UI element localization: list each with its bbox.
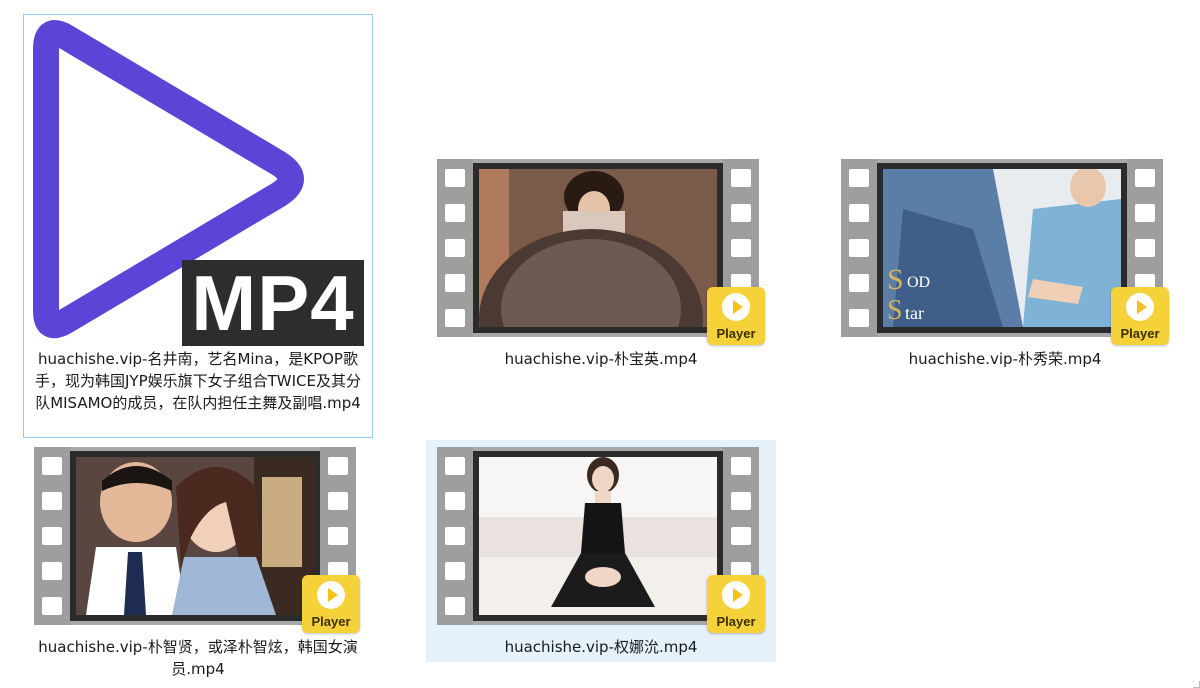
- player-badge: Player: [302, 575, 360, 633]
- play-icon: [722, 581, 750, 609]
- play-icon: [722, 293, 750, 321]
- svg-text:S: S: [887, 295, 903, 326]
- mp4-file-icon: MP4: [32, 15, 368, 347]
- file-item[interactable]: Player huachishe.vip-权娜沇.mp4: [426, 440, 776, 662]
- video-frame-image: S OD S tar: [883, 169, 1121, 327]
- video-frame-image: [479, 169, 717, 327]
- file-name: huachishe.vip-朴智贤，或泽朴智炫，韩国女演员.mp4: [38, 638, 358, 678]
- play-icon: [1126, 293, 1154, 321]
- player-badge: Player: [707, 575, 765, 633]
- file-item[interactable]: Player huachishe.vip-朴宝英.mp4: [426, 150, 776, 380]
- mp4-label: MP4: [182, 260, 364, 346]
- svg-text:tar: tar: [905, 303, 924, 323]
- svg-text:OD: OD: [907, 274, 930, 291]
- file-name: huachishe.vip-朴秀荣.mp4: [908, 350, 1102, 368]
- file-item[interactable]: MP4 huachishe.vip-名井南，艺名Mina，是KPOP歌手，现为韩…: [23, 14, 373, 438]
- file-item[interactable]: S OD S tar Player huachishe.vip-朴秀荣.mp4: [830, 150, 1180, 380]
- file-explorer-icon-view: MP4 huachishe.vip-名井南，艺名Mina，是KPOP歌手，现为韩…: [0, 0, 1200, 688]
- player-badge: Player: [1111, 287, 1169, 345]
- file-item[interactable]: Player huachishe.vip-朴智贤，或泽朴智炫，韩国女演员.mp4: [23, 440, 373, 682]
- resize-grip[interactable]: [1193, 681, 1200, 688]
- video-frame-image: [479, 457, 717, 615]
- file-name: huachishe.vip-名井南，艺名Mina，是KPOP歌手，现为韩国JYP…: [34, 350, 361, 412]
- video-frame-image: [76, 457, 314, 615]
- file-name: huachishe.vip-权娜沇.mp4: [504, 638, 698, 656]
- player-badge: Player: [707, 287, 765, 345]
- play-icon: [317, 581, 345, 609]
- file-name: huachishe.vip-朴宝英.mp4: [504, 350, 698, 368]
- svg-text:S: S: [887, 263, 904, 296]
